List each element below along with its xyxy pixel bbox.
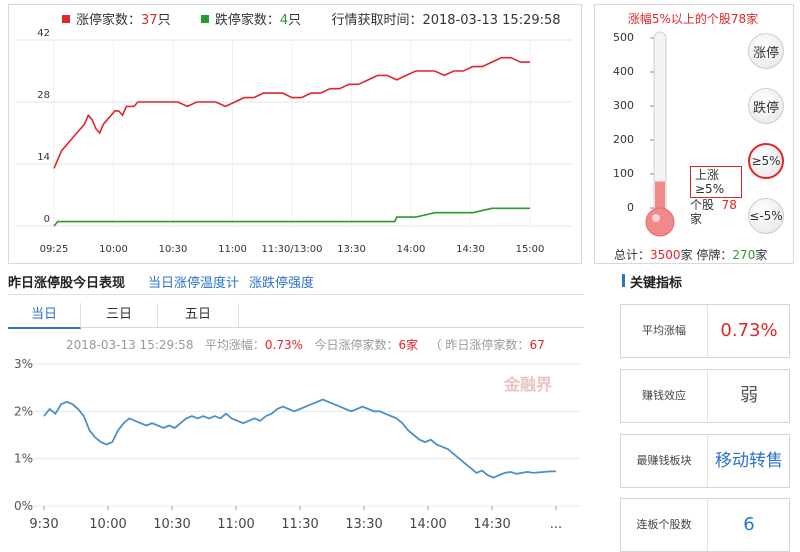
y-tick-label: 42 xyxy=(37,28,50,39)
x-tick-label: 14:00 xyxy=(409,517,446,532)
thermometer-tick-label: 300 xyxy=(613,99,634,112)
total-halt-line: 总计：3500家 停牌：270家 xyxy=(614,248,768,262)
link-daily-thermometer[interactable]: 当日涨停温度计 xyxy=(148,272,239,291)
thermometer-tick-label: 100 xyxy=(613,167,634,180)
key-metrics-marker xyxy=(622,274,625,287)
fall-5pct-button[interactable]: ≤-5% xyxy=(748,198,784,234)
x-tick-label: 9:30 xyxy=(29,517,58,532)
x-tick-label: 09:25 xyxy=(40,244,69,255)
watermark-logo: 金融界 xyxy=(503,375,552,394)
x-tick-label: 11:00 xyxy=(217,517,254,532)
avg-gain-chart: 0% 1% 2% 3% 9:30 10:00 10:30 11:00 11:30 13:30 14:… xyxy=(14,357,580,532)
x-tick-label: 14:00 xyxy=(397,244,426,255)
fetch-time: 行情获取时间：2018-03-13 15:29:58 xyxy=(331,13,561,28)
limit-count-chart: 0 14 28 42 09:25 10:00 10:30 11:00 11:30/13:00 13… xyxy=(16,28,572,255)
thermometer-gauge xyxy=(645,31,675,237)
section-title: 昨日涨停股今日表现 xyxy=(8,276,126,291)
x-tick-label: 10:30 xyxy=(159,244,188,255)
y-tick-label: 0% xyxy=(14,499,33,513)
metric-card-consecutive: 连板个股数 6 xyxy=(620,498,790,552)
key-metrics-title: 关键指标 xyxy=(630,276,683,291)
section-divider xyxy=(8,294,584,295)
thermometer-title: 涨幅5%以上的个股78家 xyxy=(627,12,759,26)
x-tick-label: 11:00 xyxy=(218,244,247,255)
x-tick-label: 15:00 xyxy=(516,244,545,255)
x-tick-label: 13:30 xyxy=(345,517,382,532)
thermometer-bulb-highlight xyxy=(652,214,660,222)
metric-card-top-sector[interactable]: 最赚钱板块 移动转售 xyxy=(620,434,790,488)
thermometer-tick-label: 0 xyxy=(627,201,634,214)
tab-five-day[interactable]: 五日 xyxy=(158,303,239,327)
thermometer-tooltip: 上涨 ≥5% 个股 78 家 xyxy=(690,166,742,226)
x-tick-label: 11:30/13:00 xyxy=(261,244,322,255)
x-tick-label: 11:30 xyxy=(281,517,318,532)
metric-card-profit-effect: 赚钱效应 弱 xyxy=(620,369,790,423)
thermometer-bulb xyxy=(645,207,675,237)
limit-up-legend: 涨停家数：37只 xyxy=(62,13,171,28)
limit-down-legend: 跌停家数：4只 xyxy=(200,13,301,28)
limit-down-button[interactable]: 跌停 xyxy=(748,88,784,124)
x-tick-label: 13:30 xyxy=(337,244,366,255)
y-tick-label: 3% xyxy=(14,357,33,371)
thermometer-tick-label: 200 xyxy=(613,133,634,146)
tab-three-day[interactable]: 三日 xyxy=(81,303,158,327)
y-tick-label: 28 xyxy=(37,90,50,101)
metric-card-avg-gain: 平均涨幅 0.73% xyxy=(620,304,790,358)
link-limit-strength[interactable]: 涨跌停强度 xyxy=(249,272,314,291)
info-bar: 2018-03-13 15:29:58 平均涨幅：0.73% 今日涨停家数：6家… xyxy=(66,338,545,352)
y-tick-label: 2% xyxy=(14,404,33,418)
limit-up-button[interactable]: 涨停 xyxy=(748,33,784,69)
x-tick-label: 10:00 xyxy=(89,517,126,532)
y-tick-label: 0 xyxy=(44,214,50,225)
y-tick-label: 14 xyxy=(37,152,50,163)
x-tick-label: 10:00 xyxy=(99,244,128,255)
x-tick-label: 10:30 xyxy=(153,517,190,532)
x-tick-label: 14:30 xyxy=(456,244,485,255)
x-tick-label: 14:30 xyxy=(473,517,510,532)
tab-today[interactable]: 当日 xyxy=(8,303,81,329)
y-tick-label: 1% xyxy=(14,452,33,466)
thermometer-tick-label: 400 xyxy=(613,65,634,78)
rise-5pct-button[interactable]: ≥5% xyxy=(748,143,784,179)
thermometer-tick-label: 500 xyxy=(613,31,634,44)
top-legend: 涨停家数：37只 跌停家数：4只 行情获取时间：2018-03-13 15:29… xyxy=(62,9,561,28)
x-tick-label: ... xyxy=(550,517,562,532)
